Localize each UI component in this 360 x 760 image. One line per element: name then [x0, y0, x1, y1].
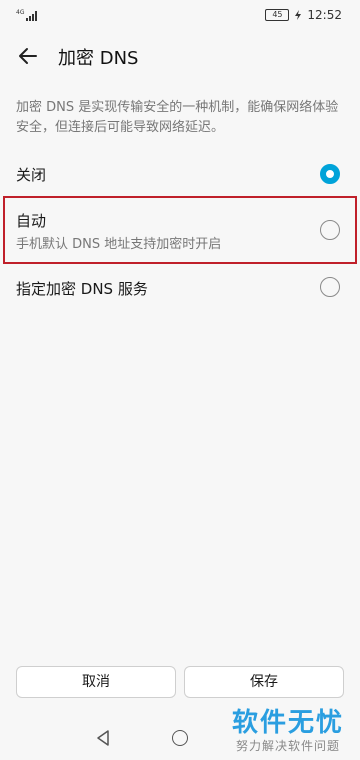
battery-level: 45 — [272, 10, 283, 19]
option-off-radio[interactable] — [320, 164, 340, 184]
clock: 12:52 — [307, 8, 342, 22]
option-specified[interactable]: 指定加密 DNS 服务 — [0, 270, 360, 306]
status-right: 45 12:52 — [265, 8, 342, 22]
nav-back-icon[interactable] — [96, 730, 110, 746]
option-auto[interactable]: 自动 手机默认 DNS 地址支持加密时开启 — [0, 198, 360, 262]
app-header: 加密 DNS — [0, 32, 360, 80]
option-off[interactable]: 关闭 — [0, 156, 360, 192]
signal-icon: 4G — [16, 9, 37, 21]
nav-home-icon[interactable] — [172, 730, 188, 746]
network-type: 4G — [16, 9, 25, 16]
save-button[interactable]: 保存 — [184, 666, 344, 698]
option-auto-radio[interactable] — [320, 220, 340, 240]
option-off-label: 关闭 — [16, 166, 47, 184]
page-title: 加密 DNS — [58, 48, 139, 69]
cancel-button[interactable]: 取消 — [16, 666, 176, 698]
option-auto-label: 自动 — [16, 212, 47, 230]
option-specified-label: 指定加密 DNS 服务 — [16, 280, 148, 298]
navigation-bar — [0, 724, 360, 754]
option-auto-subtitle: 手机默认 DNS 地址支持加密时开启 — [16, 237, 222, 252]
back-arrow-icon[interactable] — [16, 44, 40, 68]
charging-icon — [295, 10, 302, 20]
battery-icon: 45 — [265, 9, 290, 21]
option-specified-radio[interactable] — [320, 277, 340, 297]
status-bar: 4G 45 12:52 — [0, 0, 360, 32]
description-text: 加密 DNS 是实现传输安全的一种机制，能确保网络体验安全，但连接后可能导致网络… — [16, 100, 339, 135]
